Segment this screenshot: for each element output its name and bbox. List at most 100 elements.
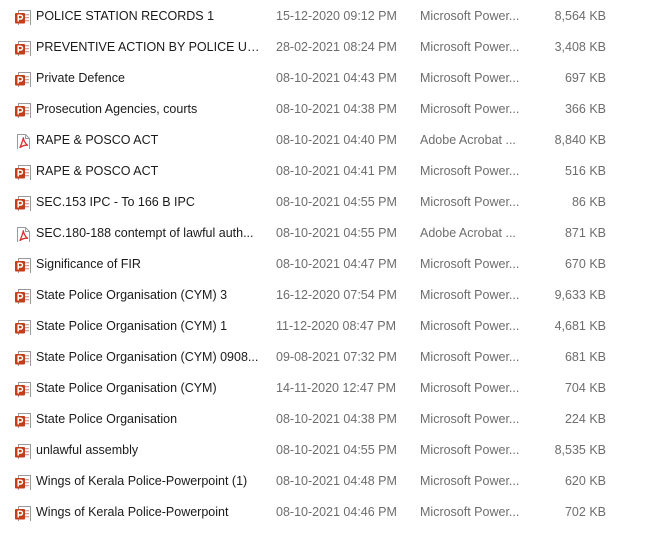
file-name: State Police Organisation (CYM) 0908... [36,350,259,364]
file-name: State Police Organisation (CYM) 1 [36,319,228,333]
file-size: 702 KB [564,505,606,519]
file-size: 697 KB [564,71,606,85]
file-name: PREVENTIVE ACTION BY POLICE UND... [36,40,268,54]
powerpoint-file-icon [15,411,31,428]
file-size: 8,564 KB [554,9,606,23]
file-type: Microsoft Power... [420,40,520,54]
file-name: SEC.180-188 contempt of lawful auth... [36,226,254,240]
file-size: 516 KB [564,164,606,178]
powerpoint-file-icon [15,473,31,490]
powerpoint-file-icon [15,163,31,180]
file-type: Adobe Acrobat ... [420,133,516,147]
file-type: Microsoft Power... [420,288,520,302]
file-date-modified: 08-10-2021 04:47 PM [276,257,397,271]
file-date-modified: 09-08-2021 07:32 PM [276,350,397,364]
file-name: State Police Organisation (CYM) [36,381,217,395]
powerpoint-file-icon [15,101,31,118]
file-date-modified: 08-10-2021 04:38 PM [276,102,397,116]
powerpoint-file-icon [15,442,31,459]
file-type: Microsoft Power... [420,257,520,271]
pdf-file-icon [15,132,31,149]
file-date-modified: 28-02-2021 08:24 PM [276,40,397,54]
file-row[interactable]: RAPE & POSCO ACT 08-10-2021 04:40 PM Adobe… [0,125,646,156]
powerpoint-file-icon [15,504,31,521]
file-type: Microsoft Power... [420,474,520,488]
file-row[interactable]: SEC.180-188 contempt of lawful auth... 08… [0,218,646,249]
file-row[interactable]: State Police Organisation 08-10-2021 04:3… [0,404,646,435]
file-size: 620 KB [564,474,606,488]
file-name: RAPE & POSCO ACT [36,164,159,178]
file-row[interactable]: PREVENTIVE ACTION BY POLICE UND... 28-02-… [0,32,646,63]
file-type: Microsoft Power... [420,443,520,457]
file-type: Microsoft Power... [420,319,520,333]
file-size: 704 KB [564,381,606,395]
file-row[interactable]: SEC.153 IPC - To 166 B IPC 08-10-2021 04:… [0,187,646,218]
file-row[interactable]: State Police Organisation (CYM) 14-11-202… [0,373,646,404]
file-row[interactable]: Private Defence 08-10-2021 04:43 PM Micros… [0,63,646,94]
file-type: Microsoft Power... [420,505,520,519]
file-date-modified: 08-10-2021 04:40 PM [276,133,397,147]
file-name: unlawful assembly [36,443,139,457]
file-row[interactable]: State Police Organisation (CYM) 1 11-12-2… [0,311,646,342]
powerpoint-file-icon [15,194,31,211]
file-date-modified: 14-11-2020 12:47 PM [276,381,396,395]
file-date-modified: 08-10-2021 04:41 PM [276,164,397,178]
file-row[interactable]: RAPE & POSCO ACT 08-10-2021 04:41 PM Micro… [0,156,646,187]
file-type: Microsoft Power... [420,9,520,23]
file-row[interactable]: Wings of Kerala Police-Powerpoint 08-10-2… [0,497,646,528]
file-size: 224 KB [564,412,606,426]
file-name: Significance of FIR [36,257,141,271]
file-name: SEC.153 IPC - To 166 B IPC [36,195,195,209]
file-row[interactable]: unlawful assembly 08-10-2021 04:55 PM Micr… [0,435,646,466]
file-date-modified: 16-12-2020 07:54 PM [276,288,397,302]
file-list: POLICE STATION RECORDS 1 15-12-2020 09:12… [0,0,646,528]
file-type: Microsoft Power... [420,412,520,426]
file-row[interactable]: State Police Organisation (CYM) 0908... 0… [0,342,646,373]
file-size: 9,633 KB [554,288,606,302]
file-size: 8,535 KB [554,443,606,457]
file-row[interactable]: Significance of FIR 08-10-2021 04:47 PM Mi… [0,249,646,280]
file-type: Microsoft Power... [420,350,520,364]
file-name: Wings of Kerala Police-Powerpoint (1) [36,474,248,488]
powerpoint-file-icon [15,380,31,397]
file-date-modified: 08-10-2021 04:55 PM [276,195,397,209]
file-row[interactable]: Wings of Kerala Police-Powerpoint (1) 08-… [0,466,646,497]
file-size: 871 KB [564,226,606,240]
file-name: POLICE STATION RECORDS 1 [36,9,215,23]
file-type: Microsoft Power... [420,164,520,178]
file-date-modified: 08-10-2021 04:38 PM [276,412,397,426]
file-size: 366 KB [564,102,606,116]
file-size: 670 KB [564,257,606,271]
file-size: 681 KB [564,350,606,364]
file-name: State Police Organisation [36,412,178,426]
file-date-modified: 08-10-2021 04:46 PM [276,505,397,519]
file-size: 4,681 KB [554,319,606,333]
powerpoint-file-icon [15,70,31,87]
file-size: 86 KB [571,195,606,209]
file-name: RAPE & POSCO ACT [36,133,159,147]
file-type: Adobe Acrobat ... [420,226,516,240]
file-name: Wings of Kerala Police-Powerpoint [36,505,229,519]
file-date-modified: 08-10-2021 04:43 PM [276,71,397,85]
file-date-modified: 11-12-2020 08:47 PM [276,319,396,333]
file-type: Microsoft Power... [420,195,520,209]
file-row[interactable]: POLICE STATION RECORDS 1 15-12-2020 09:12… [0,1,646,32]
powerpoint-file-icon [15,349,31,366]
file-date-modified: 08-10-2021 04:55 PM [276,443,397,457]
powerpoint-file-icon [15,39,31,56]
powerpoint-file-icon [15,256,31,273]
powerpoint-file-icon [15,8,31,25]
file-date-modified: 15-12-2020 09:12 PM [276,9,397,23]
file-type: Microsoft Power... [420,381,520,395]
file-type: Microsoft Power... [420,102,520,116]
powerpoint-file-icon [15,287,31,304]
file-row[interactable]: Prosecution Agencies, courts 08-10-2021 0… [0,94,646,125]
powerpoint-file-icon [15,318,31,335]
pdf-file-icon [15,225,31,242]
file-size: 8,840 KB [554,133,606,147]
file-type: Microsoft Power... [420,71,520,85]
file-name: State Police Organisation (CYM) 3 [36,288,228,302]
file-size: 3,408 KB [554,40,606,54]
file-row[interactable]: State Police Organisation (CYM) 3 16-12-2… [0,280,646,311]
file-name: Private Defence [36,71,125,85]
